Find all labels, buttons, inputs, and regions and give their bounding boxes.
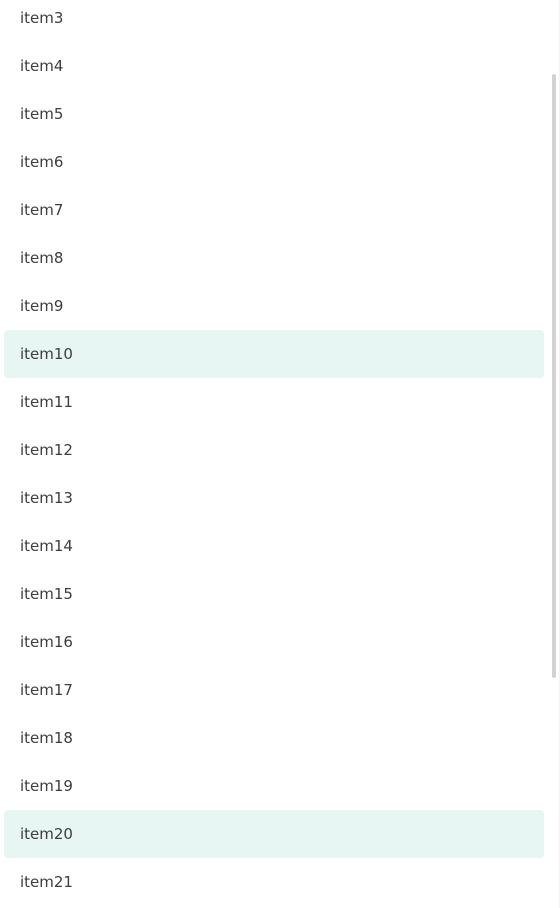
list-item-label: item8 [20, 249, 64, 267]
list-item[interactable]: item8 [4, 234, 544, 282]
list-item[interactable]: item17 [4, 666, 544, 714]
scrollbar-thumb[interactable] [552, 74, 556, 678]
list-item[interactable]: item9 [4, 282, 544, 330]
list-item-label: item9 [20, 297, 64, 315]
list-item[interactable]: item18 [4, 714, 544, 762]
list-item-label: item3 [20, 9, 64, 27]
list-item-label: item19 [20, 777, 73, 795]
list-item[interactable]: item21 [4, 858, 544, 906]
list-item-label: item10 [20, 345, 73, 363]
list-item-label: item5 [20, 105, 64, 123]
list-item-label: item7 [20, 201, 64, 219]
list-item-label: item14 [20, 537, 73, 555]
list-item-label: item11 [20, 393, 73, 411]
list-item-label: item21 [20, 873, 73, 891]
list-item[interactable]: item19 [4, 762, 544, 810]
list-item-label: item6 [20, 153, 64, 171]
list-item[interactable]: item15 [4, 570, 544, 618]
list-item-label: item12 [20, 441, 73, 459]
list-item[interactable]: item13 [4, 474, 544, 522]
list-item[interactable]: item14 [4, 522, 544, 570]
list-item[interactable]: item10 [4, 330, 544, 378]
scrollbar-track[interactable] [551, 0, 557, 908]
list-item[interactable]: item3 [4, 0, 544, 42]
list-item[interactable]: item4 [4, 42, 544, 90]
dropdown-list-panel: item3 item4 item5 item6 item7 item8 item… [0, 0, 560, 908]
list-item-label: item17 [20, 681, 73, 699]
list-item-label: item18 [20, 729, 73, 747]
list-item-label: item15 [20, 585, 73, 603]
list-item[interactable]: item12 [4, 426, 544, 474]
list-item-label: item16 [20, 633, 73, 651]
list-item-label: item20 [20, 825, 73, 843]
list-item[interactable]: item20 [4, 810, 544, 858]
list-item[interactable]: item7 [4, 186, 544, 234]
list-item[interactable]: item11 [4, 378, 544, 426]
list-item-label: item4 [20, 57, 64, 75]
item-list: item3 item4 item5 item6 item7 item8 item… [4, 0, 544, 906]
list-item[interactable]: item5 [4, 90, 544, 138]
list-item-label: item13 [20, 489, 73, 507]
list-item[interactable]: item16 [4, 618, 544, 666]
list-item[interactable]: item6 [4, 138, 544, 186]
